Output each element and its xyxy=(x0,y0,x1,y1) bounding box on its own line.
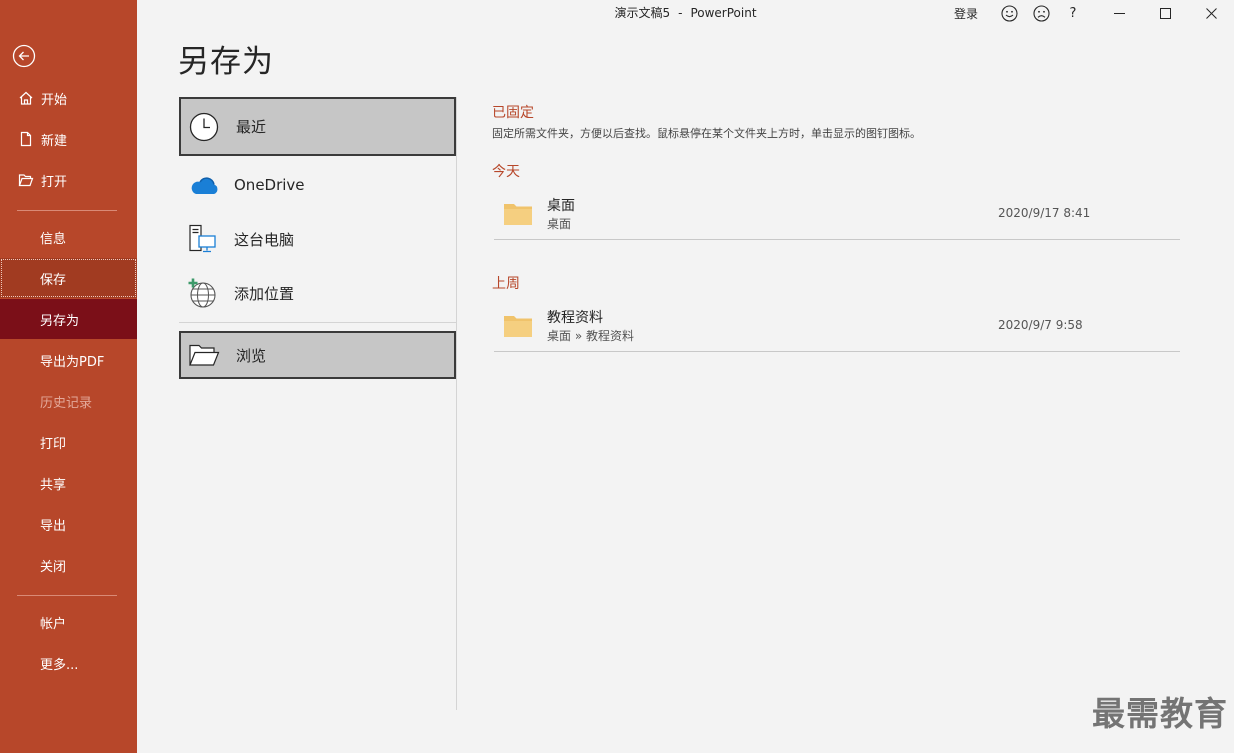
group-heading-today: 今天 xyxy=(492,164,520,180)
this-pc-icon xyxy=(189,224,216,253)
nav-item-account[interactable]: 帐户 xyxy=(0,602,137,642)
nav-item-label: 关闭 xyxy=(40,559,67,575)
location-onedrive[interactable]: OneDrive xyxy=(179,165,456,205)
folder-path: 桌面 » 教程资料 xyxy=(547,329,634,343)
nav-item-label: 共享 xyxy=(40,477,67,493)
folder-path: 桌面 xyxy=(547,217,572,231)
help-button[interactable]: ? xyxy=(1060,0,1086,26)
clock-icon xyxy=(189,112,219,141)
app-name: PowerPoint xyxy=(690,6,757,20)
nav-item-label: 另存为 xyxy=(40,313,80,329)
onedrive-cloud-icon xyxy=(191,177,218,194)
group-heading-last-week: 上周 xyxy=(492,276,520,292)
login-link[interactable]: 登录 xyxy=(954,5,978,22)
watermark-logo: 最需教育 xyxy=(1092,694,1228,733)
minimize-icon xyxy=(1113,12,1125,14)
nav-item-label: 信息 xyxy=(40,231,67,247)
nav-separator xyxy=(17,595,117,596)
add-location-globe-icon xyxy=(188,278,216,308)
location-browse[interactable]: 浏览 xyxy=(179,331,456,379)
nav-item-label: 新建 xyxy=(41,133,68,149)
pinned-heading: 已固定 xyxy=(492,105,534,121)
nav-item-label: 导出 xyxy=(40,518,67,534)
folder-icon xyxy=(504,204,532,225)
close-window-button[interactable] xyxy=(1188,0,1234,26)
nav-item-label: 打开 xyxy=(41,174,68,190)
nav-separator xyxy=(17,210,117,211)
back-arrow-icon xyxy=(12,44,36,68)
nav-item-export[interactable]: 导出 xyxy=(0,504,137,544)
folder-row-tutorial-materials[interactable]: 教程资料 桌面 » 教程资料 2020/9/7 9:58 xyxy=(494,301,1180,352)
frown-icon xyxy=(1032,4,1050,22)
nav-item-share[interactable]: 共享 xyxy=(0,463,137,503)
column-divider xyxy=(456,97,457,710)
location-label: 最近 xyxy=(236,118,267,136)
minimize-button[interactable] xyxy=(1096,0,1142,26)
folder-name: 桌面 xyxy=(547,198,575,214)
folder-row-desktop[interactable]: 桌面 桌面 2020/9/17 8:41 xyxy=(494,189,1180,240)
browse-folder-icon xyxy=(189,344,220,366)
nav-item-history: 历史记录 xyxy=(0,381,137,421)
location-label: 添加位置 xyxy=(234,284,295,303)
nav-item-label: 打印 xyxy=(40,436,67,452)
nav-item-info[interactable]: 信息 xyxy=(0,217,137,257)
smile-icon xyxy=(1000,4,1018,22)
nav-item-export-pdf[interactable]: 导出为PDF xyxy=(0,340,137,380)
nav-item-label: 开始 xyxy=(41,92,68,108)
nav-item-close[interactable]: 关闭 xyxy=(0,545,137,585)
folder-name: 教程资料 xyxy=(547,310,603,326)
folder-date: 2020/9/7 9:58 xyxy=(998,318,1083,332)
nav-item-new[interactable]: 新建 xyxy=(0,119,137,159)
nav-item-label: 帐户 xyxy=(40,616,67,632)
help-icon: ? xyxy=(1069,5,1077,21)
title-bar: 演示文稿5- PowerPoint 登录 ? xyxy=(137,0,1234,26)
locations-separator xyxy=(179,322,456,323)
nav-item-label: 历史记录 xyxy=(40,395,93,411)
location-recent[interactable]: 最近 xyxy=(179,97,456,156)
nav-item-home[interactable]: 开始 xyxy=(0,78,137,118)
folder-date: 2020/9/17 8:41 xyxy=(998,206,1091,220)
nav-item-label: 保存 xyxy=(40,272,67,288)
location-this-pc[interactable]: 这台电脑 xyxy=(179,219,456,259)
open-folder-icon xyxy=(18,174,34,187)
document-name: 演示文稿5 xyxy=(614,6,671,20)
location-label: 浏览 xyxy=(236,346,267,365)
page-title: 另存为 xyxy=(178,44,274,80)
maximize-icon xyxy=(1159,7,1171,19)
location-add-place[interactable]: 添加位置 xyxy=(179,273,456,313)
nav-item-label: 更多... xyxy=(40,657,79,673)
nav-item-open[interactable]: 打开 xyxy=(0,160,137,200)
nav-item-save-as[interactable]: 另存为 xyxy=(0,299,137,339)
close-icon xyxy=(1205,7,1217,19)
folder-icon xyxy=(504,316,532,337)
nav-item-label: 导出为PDF xyxy=(40,354,105,370)
window-controls: 登录 ? xyxy=(954,0,1234,26)
smile-feedback-button[interactable] xyxy=(996,0,1022,26)
backstage-nav: 开始 新建 打开 信息 保存 另存为 导出为PDF 历史记录 打印 共享 导出 … xyxy=(0,0,137,753)
maximize-button[interactable] xyxy=(1142,0,1188,26)
nav-item-save[interactable]: 保存 xyxy=(0,258,137,298)
location-label: 这台电脑 xyxy=(234,230,295,249)
nav-item-more[interactable]: 更多... xyxy=(0,643,137,683)
new-document-icon xyxy=(20,131,32,147)
home-icon xyxy=(19,91,33,105)
frown-feedback-button[interactable] xyxy=(1028,0,1054,26)
nav-item-print[interactable]: 打印 xyxy=(0,422,137,462)
location-label: OneDrive xyxy=(234,176,305,194)
pinned-description: 固定所需文件夹，方便以后查找。鼠标悬停在某个文件夹上方时，单击显示的图钉图标。 xyxy=(492,127,921,140)
back-button[interactable] xyxy=(12,44,36,68)
title-separator: - xyxy=(678,6,683,20)
